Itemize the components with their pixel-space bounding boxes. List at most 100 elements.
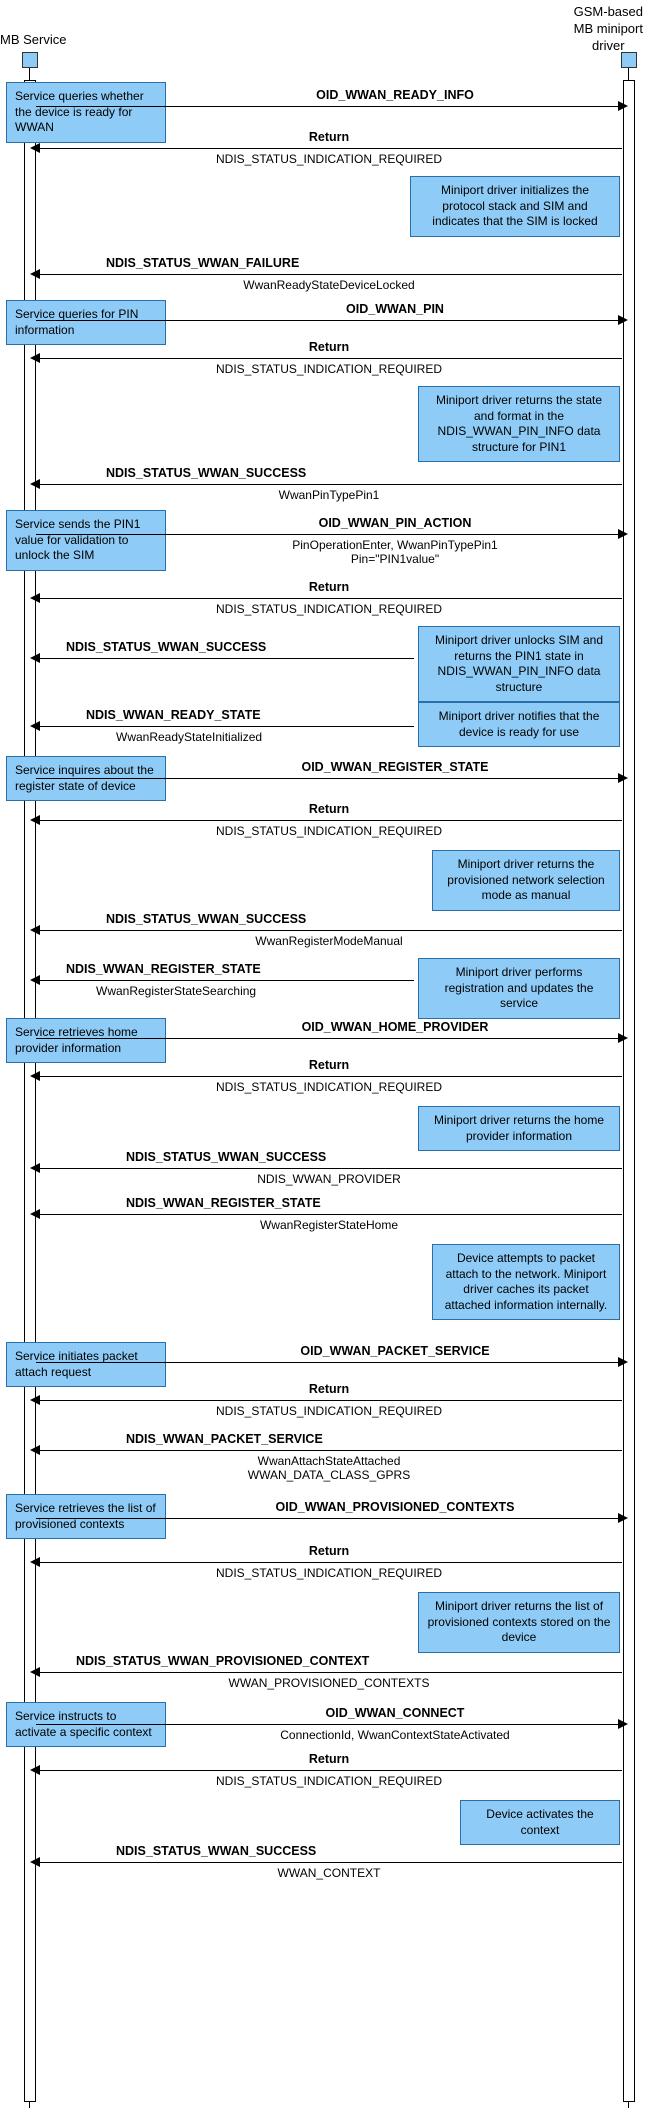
msg-m13-line (36, 930, 622, 931)
msg-m15-line (36, 1038, 622, 1039)
msg-m3-line (36, 274, 622, 275)
actor-left-box (22, 52, 38, 68)
activation-left (24, 80, 36, 2102)
msg-m23-line (36, 1562, 622, 1563)
msg-m20-sub: NDIS_STATUS_INDICATION_REQUIRED (36, 1404, 622, 1418)
msg-m17-line (36, 1168, 622, 1169)
sequence-diagram: MB Service GSM-based MB miniport driver … (0, 0, 663, 2116)
right-note-8: Device attempts to packet attach to the … (432, 1244, 620, 1320)
msg-m17-sub: NDIS_WWAN_PROVIDER (36, 1172, 622, 1186)
msg-m8-label: Return (36, 580, 622, 595)
msg-m21-label: NDIS_WWAN_PACKET_SERVICE (36, 1432, 622, 1447)
msg-m15-arrow (618, 1033, 628, 1043)
msg-m2-line (36, 148, 622, 149)
msg-m26-label: Return (36, 1752, 622, 1767)
msg-m25-sub: ConnectionId, WwanContextStateActivated (170, 1728, 620, 1742)
msg-m16-label: Return (36, 1058, 622, 1073)
msg-m9-label: NDIS_STATUS_WWAN_SUCCESS (36, 640, 416, 655)
msg-m26-line (36, 1770, 622, 1771)
right-note-5: Miniport driver returns the provisioned … (432, 850, 620, 911)
msg-m10-sub: WwanReadyStateInitialized (36, 730, 416, 744)
msg-m1-line (36, 106, 622, 107)
msg-m7-label: OID_WWAN_PIN_ACTION (170, 516, 620, 531)
left-note-3: Service sends the PIN1 value for validat… (6, 510, 166, 571)
msg-m27-label: NDIS_STATUS_WWAN_SUCCESS (36, 1844, 622, 1859)
msg-m11-arrow (618, 773, 628, 783)
msg-m2-sub: NDIS_STATUS_INDICATION_REQUIRED (36, 152, 622, 166)
msg-m9-arrow (30, 653, 40, 663)
msg-m16-sub: NDIS_STATUS_INDICATION_REQUIRED (36, 1080, 622, 1094)
activation-right (623, 80, 635, 2102)
msg-m20-label: Return (36, 1382, 622, 1397)
right-note-2: Miniport driver returns the state and fo… (418, 386, 620, 462)
left-note-2: Service queries for PIN information (6, 300, 166, 345)
msg-m13-label: NDIS_STATUS_WWAN_SUCCESS (36, 912, 622, 927)
msg-m1-label: OID_WWAN_READY_INFO (170, 88, 620, 103)
msg-m22-label: OID_WWAN_PROVISIONED_CONTEXTS (170, 1500, 620, 1515)
msg-m19-line (36, 1362, 622, 1363)
msg-m21-line (36, 1450, 622, 1451)
msg-m6-label: NDIS_STATUS_WWAN_SUCCESS (36, 466, 622, 481)
msg-m22-arrow (618, 1513, 628, 1523)
actor-right-label: GSM-based MB miniport driver (574, 4, 643, 55)
msg-m12-line (36, 820, 622, 821)
msg-m15-label: OID_WWAN_HOME_PROVIDER (170, 1020, 620, 1035)
msg-m14-label: NDIS_WWAN_REGISTER_STATE (36, 962, 416, 977)
right-note-3: Miniport driver unlocks SIM and returns … (418, 626, 620, 702)
right-note-1: Miniport driver initializes the protocol… (410, 176, 620, 237)
right-note-6: Miniport driver performs registration an… (418, 958, 620, 1019)
msg-m6-sub: WwanPinTypePin1 (36, 488, 622, 502)
msg-m7-line (36, 534, 622, 535)
right-note-9: Miniport driver returns the list of prov… (418, 1592, 620, 1653)
msg-m12-label: Return (36, 802, 622, 817)
msg-m26-sub: NDIS_STATUS_INDICATION_REQUIRED (36, 1774, 622, 1788)
msg-m5-label: Return (36, 340, 622, 355)
left-note-5: Service retrieves home provider informat… (6, 1018, 166, 1063)
msg-m18-label: NDIS_WWAN_REGISTER_STATE (36, 1196, 622, 1211)
msg-m14-line (36, 980, 414, 981)
msg-m11-line (36, 778, 622, 779)
right-note-10: Device activates the context (460, 1800, 620, 1845)
msg-m22-line (36, 1518, 622, 1519)
msg-m6-line (36, 484, 622, 485)
msg-m24-sub: WWAN_PROVISIONED_CONTEXTS (36, 1676, 622, 1690)
right-note-4: Miniport driver notifies that the device… (418, 702, 620, 747)
msg-m1-arrow (618, 101, 628, 111)
msg-m3-sub: WwanReadyStateDeviceLocked (36, 278, 622, 292)
msg-m4-label: OID_WWAN_PIN (170, 302, 620, 317)
msg-m25-line (36, 1724, 622, 1725)
msg-m17-label: NDIS_STATUS_WWAN_SUCCESS (36, 1150, 622, 1165)
left-note-6: Service initiates packet attach request (6, 1342, 166, 1387)
msg-m4-line (36, 320, 622, 321)
msg-m19-arrow (618, 1357, 628, 1367)
msg-m5-line (36, 358, 622, 359)
msg-m18-sub: WwanRegisterStateHome (36, 1218, 622, 1232)
msg-m4-arrow (618, 315, 628, 325)
msg-m25-label: OID_WWAN_CONNECT (170, 1706, 620, 1721)
actor-right-box (621, 52, 637, 68)
msg-m14-sub: WwanRegisterStateSearching (36, 984, 416, 998)
right-note-7: Miniport driver returns the home provide… (418, 1106, 620, 1151)
msg-m8-line (36, 598, 622, 599)
msg-m16-line (36, 1076, 622, 1077)
msg-m24-line (36, 1672, 622, 1673)
msg-m13-sub: WwanRegisterModeManual (36, 934, 622, 948)
msg-m7-sub: PinOperationEnter, WwanPinTypePin1 Pin="… (170, 538, 620, 567)
msg-m12-sub: NDIS_STATUS_INDICATION_REQUIRED (36, 824, 622, 838)
msg-m11-label: OID_WWAN_REGISTER_STATE (170, 760, 620, 775)
msg-m27-line (36, 1862, 622, 1863)
msg-m8-sub: NDIS_STATUS_INDICATION_REQUIRED (36, 602, 622, 616)
msg-m3-label: NDIS_STATUS_WWAN_FAILURE (36, 256, 622, 271)
msg-m19-label: OID_WWAN_PACKET_SERVICE (170, 1344, 620, 1359)
msg-m5-sub: NDIS_STATUS_INDICATION_REQUIRED (36, 362, 622, 376)
left-note-7: Service retrieves the list of provisione… (6, 1494, 166, 1539)
msg-m10-line (36, 726, 414, 727)
msg-m23-label: Return (36, 1544, 622, 1559)
msg-m27-sub: WWAN_CONTEXT (36, 1866, 622, 1880)
msg-m2-label: Return (36, 130, 622, 145)
msg-m21-sub: WwanAttachStateAttached WWAN_DATA_CLASS_… (36, 1454, 622, 1483)
msg-m18-line (36, 1214, 622, 1215)
msg-m20-line (36, 1400, 622, 1401)
actor-left-label: MB Service (0, 32, 66, 49)
msg-m23-sub: NDIS_STATUS_INDICATION_REQUIRED (36, 1566, 622, 1580)
